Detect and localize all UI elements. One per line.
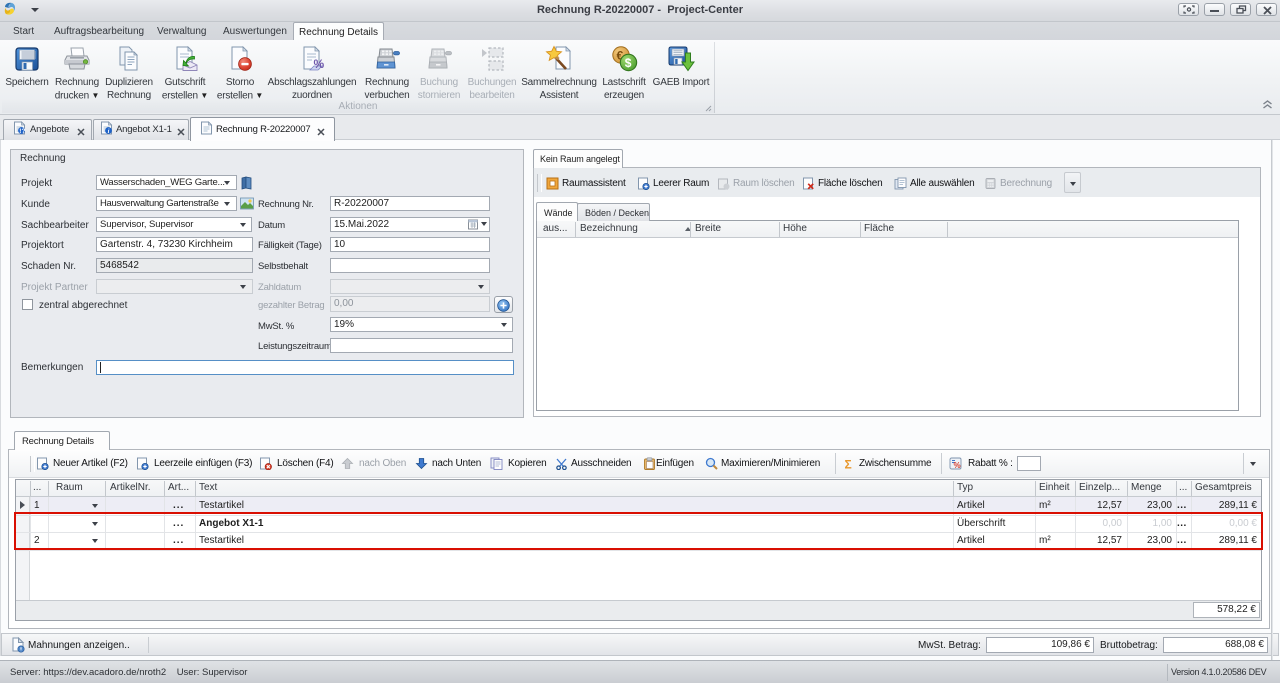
svg-text:$: $ <box>625 56 632 70</box>
svg-text:i: i <box>108 128 110 135</box>
svg-text:!?: !? <box>19 128 25 135</box>
svg-text:%: % <box>314 57 325 71</box>
svg-text:Σ: Σ <box>845 458 852 471</box>
svg-text:%: % <box>954 461 961 470</box>
